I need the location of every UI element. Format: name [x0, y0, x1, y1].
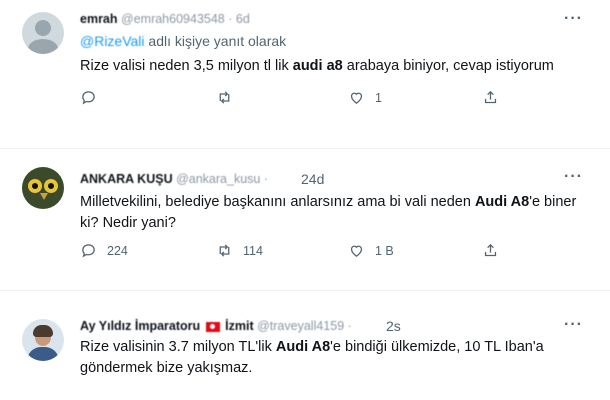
tweet-1[interactable]: emrah @emrah60943548 · 6d ··· @RizeVali …	[0, 0, 610, 135]
author-name-suffix: İzmit	[225, 319, 254, 333]
more-options-icon[interactable]: ···	[564, 10, 583, 28]
share-icon	[484, 243, 497, 257]
tweet-text: Milletvekilini, belediye başkanını anlar…	[80, 194, 577, 231]
tweet-header: Ay Yıldız İmparatoru İzmit @traveyall415…	[80, 319, 352, 333]
person-avatar-icon[interactable]	[22, 319, 64, 361]
retweet-count: 114	[243, 243, 263, 258]
highlight-term: Audi A8	[474, 194, 530, 210]
more-options-icon[interactable]: ···	[564, 168, 583, 186]
tweet-2[interactable]: ANKARA KUŞU @ankara_kusu · 24d ··· Mille…	[0, 149, 610, 277]
like-count: 1 B	[375, 243, 394, 258]
highlight-term: audi a8	[292, 58, 343, 74]
heart-icon	[350, 245, 363, 257]
tweet-actions: 224 114 1 B	[80, 242, 580, 262]
tweet-3[interactable]: Ay Yıldız İmparatoru İzmit @traveyall415…	[0, 291, 610, 391]
reply-button[interactable]	[80, 89, 107, 106]
tweet-header: ANKARA KUŞU @ankara_kusu ·	[80, 172, 268, 186]
like-button[interactable]: 1	[348, 89, 382, 106]
author-handle[interactable]: @emrah60943548	[121, 12, 225, 26]
author-handle[interactable]: @traveyall4159	[257, 319, 344, 333]
author-handle[interactable]: @ankara_kusu	[176, 172, 260, 186]
author-name[interactable]: ANKARA KUŞU	[80, 172, 173, 186]
reply-button[interactable]: 224	[80, 242, 128, 259]
tweet-time[interactable]: 6d	[236, 12, 250, 26]
owl-avatar-icon[interactable]	[22, 167, 64, 209]
tweet-text: Rize valisinin 3.7 milyon TL'lik Audi A8…	[80, 339, 544, 376]
more-options-icon[interactable]: ···	[564, 316, 583, 334]
heart-icon	[350, 92, 363, 104]
tweet-actions: 1	[80, 89, 580, 109]
retweet-icon	[219, 244, 230, 257]
turkey-flag-icon	[205, 321, 220, 332]
share-icon	[484, 90, 497, 104]
tweet-time[interactable]: 24d	[301, 171, 324, 187]
reply-mention-link[interactable]: @RizeVali	[80, 33, 145, 49]
like-count: 1	[375, 90, 382, 105]
like-button[interactable]: 1 B	[348, 242, 394, 259]
default-avatar-icon[interactable]	[22, 12, 64, 54]
tweet-header: emrah @emrah60943548 · 6d	[80, 12, 250, 26]
retweet-button[interactable]: 114	[216, 242, 263, 259]
author-name[interactable]: emrah	[80, 12, 118, 26]
share-button[interactable]	[482, 242, 499, 259]
reply-icon	[82, 244, 95, 258]
retweet-button[interactable]	[216, 89, 243, 106]
tweet-text: Rize valisi neden 3,5 milyon tl lik audi…	[80, 58, 554, 74]
reply-context: @RizeVali adlı kişiye yanıt olarak	[80, 33, 287, 49]
retweet-icon	[219, 91, 230, 104]
tweet-time[interactable]: 2s	[386, 318, 401, 334]
highlight-term: Audi A8	[275, 339, 331, 355]
reply-icon	[82, 91, 95, 105]
reply-count: 224	[107, 243, 128, 258]
share-button[interactable]	[482, 89, 499, 106]
author-name[interactable]: Ay Yıldız İmparatoru	[80, 319, 200, 333]
